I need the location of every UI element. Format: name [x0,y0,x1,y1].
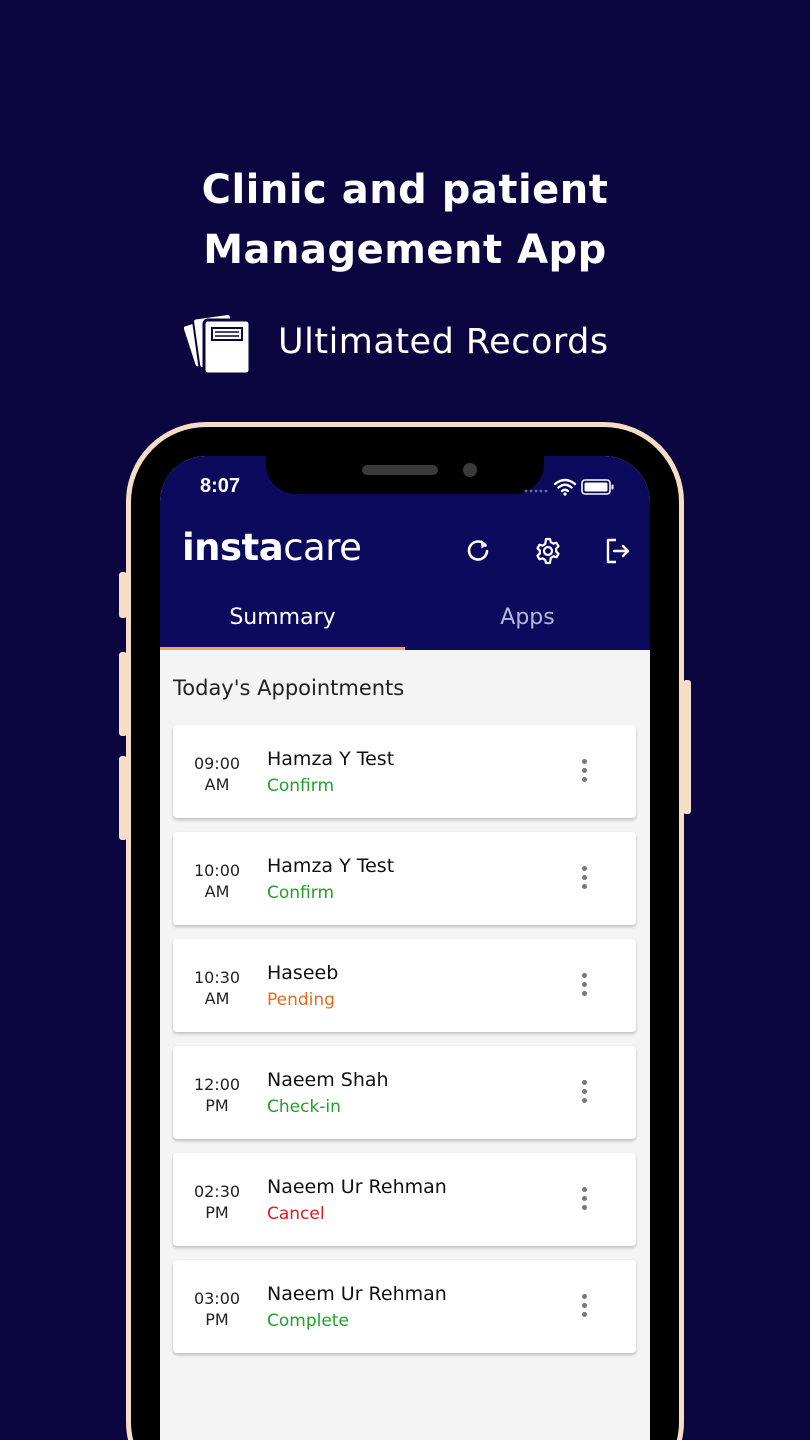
time-period: PM [205,1310,229,1329]
time-value: 09:00 [193,754,241,773]
records-icon [184,312,252,376]
tab-summary[interactable]: Summary [160,596,405,650]
patient-name: Naeem Ur Rehman [267,1176,447,1198]
promo-title: Clinic and patient Management App [0,160,810,280]
appointment-time: 09:00 AM [183,753,251,795]
appointment-list: 09:00 AM Hamza Y Test Confirm 10:00 AM Ham… [173,725,636,1367]
wifi-dot [563,492,567,496]
front-camera [463,463,477,477]
appointment-status: Pending [267,990,335,1010]
promo-page: Clinic and patient Management App Ultima… [0,0,810,1440]
app-header: 8:07 instacare Summary Apps [160,456,650,650]
phone-notch [266,456,544,494]
wifi-icon [553,478,577,493]
appointment-time: 03:00 PM [183,1288,251,1330]
active-tab-indicator [160,647,405,650]
appointment-time: 10:00 AM [183,860,251,902]
time-value: 10:00 [193,861,241,880]
patient-name: Naeem Ur Rehman [267,1283,447,1305]
promo-subtitle-row: Ultimated Records [0,308,810,378]
appointment-status: Confirm [267,883,335,903]
status-icons [524,478,614,496]
app-logo: instacare [182,526,362,569]
appointment-time: 02:30 PM [183,1181,251,1223]
time-period: AM [204,775,230,794]
gear-icon[interactable] [533,536,563,566]
time-period: AM [204,882,230,901]
appointment-card[interactable]: 02:30 PM Naeem Ur Rehman Cancel [173,1153,636,1246]
appointment-card[interactable]: 12:00 PM Naeem Shah Check-in [173,1046,636,1139]
more-options-icon[interactable] [577,759,591,785]
refresh-icon[interactable] [463,536,493,566]
section-title: Today's Appointments [173,676,405,700]
appointment-time: 12:00 PM [183,1074,251,1116]
patient-name: Hamza Y Test [267,855,395,877]
promo-subtitle: Ultimated Records [278,322,609,362]
appointment-status: Confirm [267,776,335,796]
promo-title-line1: Clinic and patient [201,167,609,213]
promo-title-line2: Management App [203,227,607,273]
logout-icon[interactable] [603,536,633,566]
phone-power-button [683,680,691,814]
patient-name: Hamza Y Test [267,748,395,770]
patient-name: Naeem Shah [267,1069,389,1091]
appointment-time: 10:30 AM [183,967,251,1009]
phone-screen: 8:07 instacare Summary Apps Today's Appo… [160,456,650,1440]
more-options-icon[interactable] [577,973,591,999]
time-period: PM [205,1203,229,1222]
signal-icon [524,489,548,493]
time-value: 10:30 [193,968,241,987]
appointment-card[interactable]: 10:00 AM Hamza Y Test Confirm [173,832,636,925]
status-time: 8:07 [200,475,241,497]
patient-name: Haseeb [267,962,339,984]
time-value: 02:30 [193,1182,241,1201]
appointment-status: Check-in [267,1097,341,1117]
more-options-icon[interactable] [577,866,591,892]
more-options-icon[interactable] [577,1294,591,1320]
more-options-icon[interactable] [577,1080,591,1106]
time-period: PM [205,1096,229,1115]
time-period: AM [204,989,230,1008]
speaker-grille [362,465,438,475]
tab-apps[interactable]: Apps [405,596,650,650]
time-value: 03:00 [193,1289,241,1308]
battery-icon [581,479,614,495]
appointment-card[interactable]: 03:00 PM Naeem Ur Rehman Complete [173,1260,636,1353]
appointment-status: Complete [267,1311,349,1331]
logo-bold-part: insta [182,526,284,569]
more-options-icon[interactable] [577,1187,591,1213]
appointment-card[interactable]: 09:00 AM Hamza Y Test Confirm [173,725,636,818]
time-value: 12:00 [193,1075,241,1094]
logo-light-part: care [283,526,362,569]
appointment-status: Cancel [267,1204,325,1224]
appointment-card[interactable]: 10:30 AM Haseeb Pending [173,939,636,1032]
